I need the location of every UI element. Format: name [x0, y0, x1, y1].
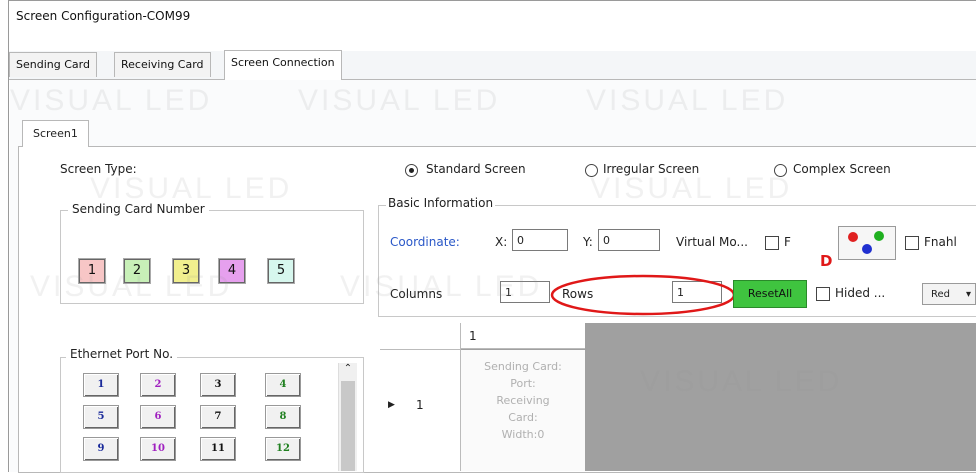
- enable-checkbox[interactable]: [905, 236, 919, 250]
- standard-screen-label: Standard Screen: [426, 162, 526, 176]
- sending-card-group: [60, 210, 364, 304]
- grid-cell[interactable]: Sending Card: Port: Receiving Card: Widt…: [461, 350, 585, 471]
- window-title: Screen Configuration-COM99: [16, 9, 191, 23]
- scroll-up-icon[interactable]: ⌃: [341, 363, 355, 377]
- tab-receiving-card[interactable]: Receiving Card: [114, 52, 211, 77]
- hide-checkbox[interactable]: [816, 287, 830, 301]
- complex-screen-radio[interactable]: [774, 164, 787, 177]
- grid-column-header: 1: [461, 323, 585, 349]
- reset-all-button[interactable]: ResetAll: [733, 280, 807, 308]
- port-button-3[interactable]: 3: [200, 373, 236, 397]
- irregular-screen-radio[interactable]: [585, 164, 598, 177]
- cell-line-sending-card: Sending Card:: [484, 360, 562, 373]
- port-button-11[interactable]: 11: [200, 437, 236, 461]
- port-button-7[interactable]: 7: [200, 405, 236, 429]
- port-button-1[interactable]: 1: [83, 373, 119, 397]
- cell-line-port: Port:: [510, 377, 536, 390]
- chevron-down-icon: ▾: [965, 289, 971, 300]
- coordinate-label: Coordinate:: [390, 235, 460, 249]
- screen-type-label: Screen Type:: [60, 162, 137, 176]
- grid-corner-cell: [380, 323, 461, 350]
- grid-row-label: 1: [416, 398, 424, 412]
- x-label: X:: [495, 235, 508, 249]
- port-button-4[interactable]: 4: [265, 373, 301, 397]
- tab-screen1[interactable]: Screen1: [22, 120, 89, 147]
- color-select[interactable]: Red ▾: [922, 283, 976, 305]
- cell-line-width: Width:0: [501, 428, 545, 441]
- sending-card-button-2[interactable]: 2: [123, 258, 151, 284]
- port-button-5[interactable]: 5: [83, 405, 119, 429]
- grid-row-header: ▶ 1: [380, 350, 461, 471]
- standard-screen-radio[interactable]: [405, 164, 418, 177]
- port-button-6[interactable]: 6: [140, 405, 176, 429]
- columns-input[interactable]: 1: [500, 281, 550, 303]
- tab-sending-card[interactable]: Sending Card: [9, 52, 97, 77]
- title-bar: Screen Configuration-COM99: [9, 1, 976, 31]
- y-coordinate-input[interactable]: 0: [598, 229, 660, 251]
- complex-screen-label: Complex Screen: [793, 162, 891, 176]
- port-button-12[interactable]: 12: [265, 437, 301, 461]
- hide-label: Hided ...: [835, 286, 886, 300]
- virtual-mode-label: Virtual Mo...: [676, 235, 748, 249]
- sending-card-button-5[interactable]: 5: [267, 258, 295, 284]
- sending-card-number-label: Sending Card Number: [68, 202, 209, 216]
- irregular-screen-label: Irregular Screen: [603, 162, 700, 176]
- annotation-ellipse-icon: [550, 274, 736, 316]
- x-coordinate-input[interactable]: 0: [512, 229, 568, 251]
- ethernet-port-label: Ethernet Port No.: [66, 347, 178, 361]
- connection-grid: 1 ▶ 1 Sending Card: Port: Receiving Card…: [380, 323, 976, 471]
- color-select-value: Red: [931, 289, 950, 300]
- f-label: F: [784, 235, 791, 249]
- annotation-d-label: D: [820, 252, 833, 270]
- cell-line-card: Card:: [508, 411, 538, 424]
- tab-screen-connection[interactable]: Screen Connection: [224, 50, 342, 80]
- sending-card-button-3[interactable]: 3: [172, 258, 200, 284]
- port-button-2[interactable]: 2: [140, 373, 176, 397]
- port-button-8[interactable]: 8: [265, 405, 301, 429]
- row-pointer-icon: ▶: [388, 400, 395, 410]
- port-button-10[interactable]: 10: [140, 437, 176, 461]
- virtual-mode-checkbox[interactable]: [765, 236, 779, 250]
- enable-label: Fnahl: [924, 235, 957, 249]
- scrollbar-thumb[interactable]: [341, 381, 355, 471]
- rgb-color-button[interactable]: [838, 226, 896, 260]
- ethernet-scrollbar[interactable]: ⌃: [338, 363, 357, 471]
- basic-information-label: Basic Information: [386, 196, 496, 210]
- cell-line-receiving: Receiving: [496, 394, 550, 407]
- sending-card-button-1[interactable]: 1: [78, 258, 106, 284]
- port-button-9[interactable]: 9: [83, 437, 119, 461]
- y-label: Y:: [583, 235, 593, 249]
- sending-card-button-4[interactable]: 4: [218, 258, 246, 284]
- columns-label: Columns: [390, 287, 443, 301]
- rgb-dots-icon: [848, 231, 884, 254]
